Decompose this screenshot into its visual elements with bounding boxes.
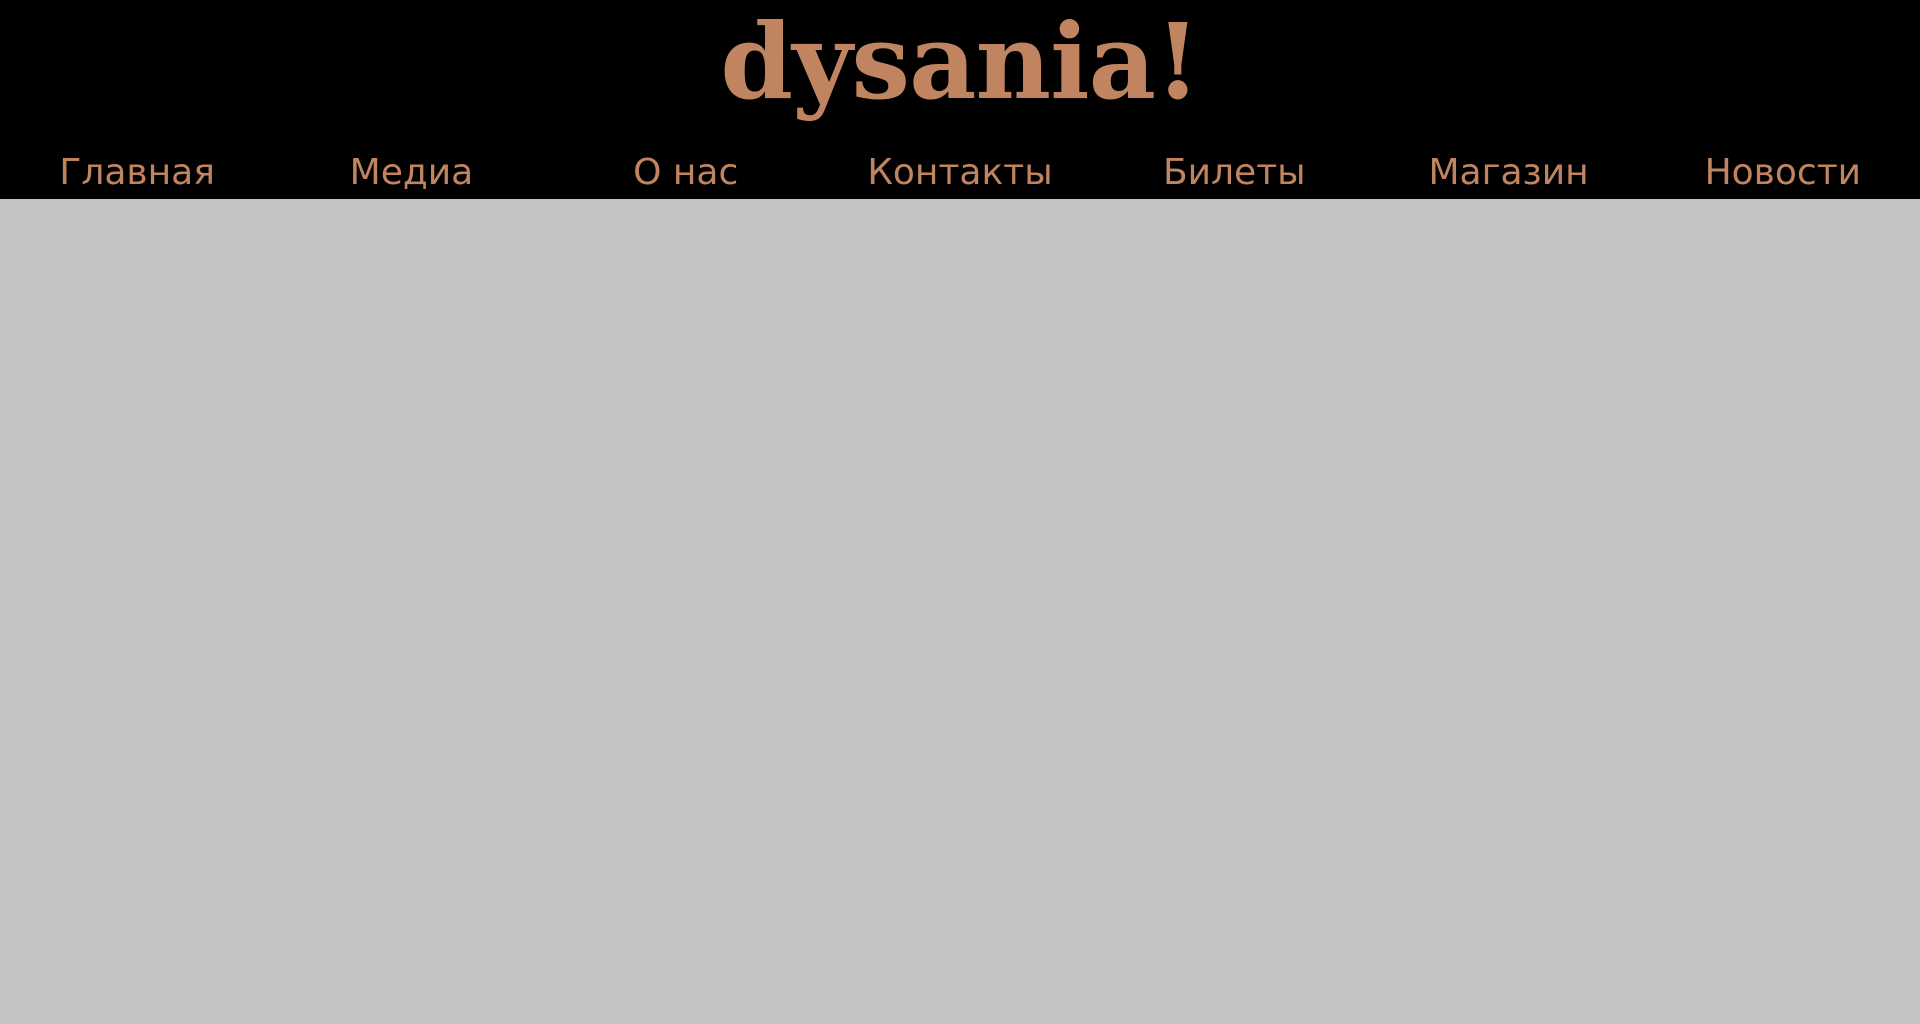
nav-item-media[interactable]: Медиа xyxy=(274,148,548,198)
nav-item-about[interactable]: О нас xyxy=(549,148,823,198)
main-content-area xyxy=(0,199,1920,1024)
nav-item-home[interactable]: Главная xyxy=(0,148,274,198)
nav-item-news[interactable]: Новости xyxy=(1646,148,1920,198)
nav-item-tickets[interactable]: Билеты xyxy=(1097,148,1371,198)
site-logo[interactable]: dysania! xyxy=(0,0,1920,128)
nav-item-shop[interactable]: Магазин xyxy=(1371,148,1645,198)
page: dysania! Главная Медиа О нас Контакты Би… xyxy=(0,0,1920,1024)
nav-item-contacts[interactable]: Контакты xyxy=(823,148,1097,198)
main-nav: Главная Медиа О нас Контакты Билеты Мага… xyxy=(0,148,1920,198)
site-header: dysania! Главная Медиа О нас Контакты Би… xyxy=(0,0,1920,199)
